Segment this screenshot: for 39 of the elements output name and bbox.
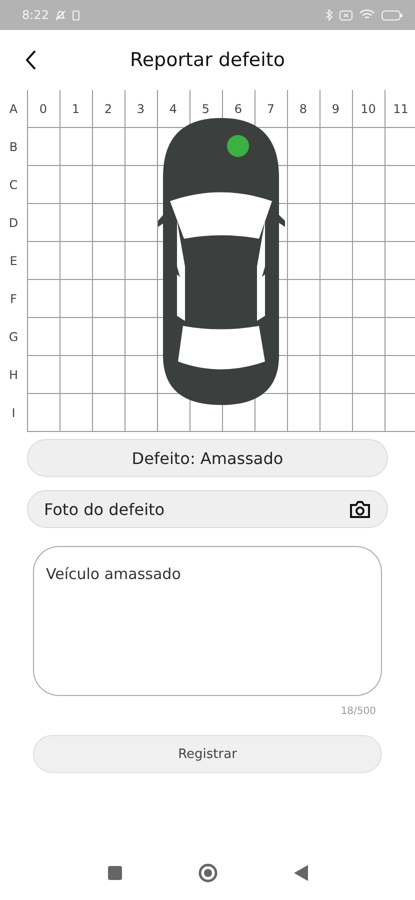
home-icon[interactable]	[198, 863, 218, 883]
photo-label: Foto do defeito	[44, 500, 165, 518]
column-header: 0	[39, 102, 48, 116]
wifi-icon	[359, 9, 375, 21]
column-header: 9	[332, 102, 340, 116]
column-header: 4	[169, 102, 178, 116]
character-counter: 18/500	[340, 706, 376, 717]
column-header: 11	[393, 102, 408, 116]
column-header: 2	[104, 102, 112, 116]
battery-icon	[381, 10, 403, 20]
bell-off-icon	[54, 10, 66, 20]
row-label: F	[9, 291, 18, 308]
row-label: C	[8, 177, 19, 194]
page-title: Reportar defeito	[130, 49, 285, 71]
description-field[interactable]: Veículo amassado	[33, 546, 382, 696]
row-label: H	[8, 367, 20, 384]
column-header: 10	[360, 102, 376, 116]
column-header: 5	[202, 102, 210, 116]
sim-icon	[72, 10, 80, 20]
defect-type-button[interactable]: Defeito: Amassado	[27, 439, 388, 477]
bluetooth-icon	[325, 9, 333, 21]
column-header: 8	[299, 102, 308, 116]
status-time: 8:22	[22, 8, 49, 22]
row-label: A	[8, 101, 19, 118]
row-label: B	[8, 139, 19, 156]
register-button[interactable]: Registrar	[33, 735, 382, 773]
row-label: I	[10, 405, 16, 422]
row-label: D	[8, 215, 20, 232]
no-sim-icon	[339, 10, 353, 20]
square-icon[interactable]	[108, 866, 122, 880]
column-header: 3	[136, 102, 145, 116]
photo-field[interactable]: Foto do defeito	[27, 490, 388, 528]
back-icon[interactable]	[294, 865, 308, 881]
camera-icon[interactable]	[349, 500, 371, 518]
column-header: 1	[72, 102, 80, 116]
column-header: 6	[234, 102, 242, 116]
row-label: G	[8, 329, 20, 346]
column-header: 7	[266, 102, 275, 116]
row-label: E	[8, 253, 18, 270]
